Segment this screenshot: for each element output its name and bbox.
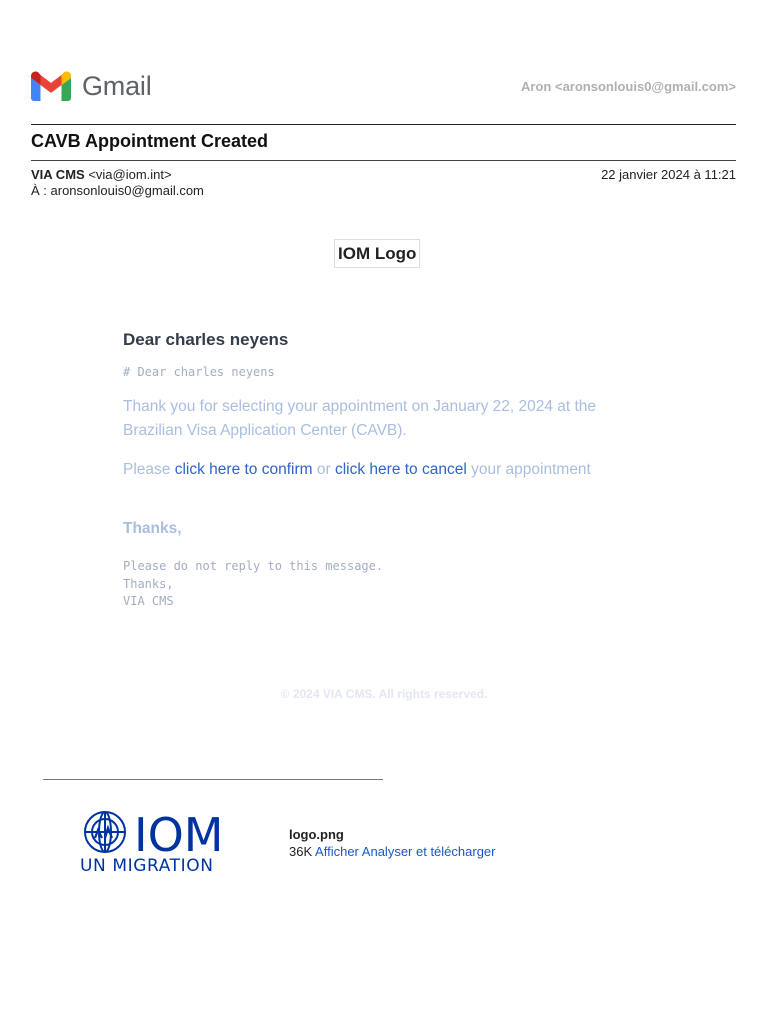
signature-block: Please do not reply to this message. Tha… (123, 558, 383, 611)
sender-address: <via@iom.int> (88, 167, 172, 182)
email-date: 22 janvier 2024 à 11:21 (601, 167, 736, 182)
gmail-logo-icon (31, 71, 71, 101)
markdown-heading: # Dear charles neyens (123, 365, 275, 379)
view-attachment-link[interactable]: Afficher (315, 844, 359, 859)
confirm-link[interactable]: click here to confirm (175, 461, 313, 478)
un-emblem-icon (84, 811, 126, 853)
iom-logo-alt-text: IOM Logo (334, 239, 421, 268)
recipient-line: À : aronsonlouis0@gmail.com (31, 183, 204, 198)
your-appointment-text: your appointment (471, 461, 591, 478)
email-print-page: Gmail Aron <aronsonlouis0@gmail.com> CAV… (0, 0, 768, 1024)
signature-line: Thanks, (123, 576, 174, 591)
attachment-actions: 36K Afficher Analyser et télécharger (289, 843, 495, 860)
or-text: or (316, 461, 331, 478)
sender-name: VIA CMS (31, 167, 85, 182)
attachment-info: logo.png 36K Afficher Analyser et téléch… (289, 826, 495, 860)
copyright-footer: © 2024 VIA CMS. All rights reserved. (280, 687, 488, 701)
gmail-brand[interactable]: Gmail (31, 71, 152, 102)
gmail-wordmark: Gmail (82, 70, 152, 101)
iom-logo-tagline: UN MIGRATION (80, 856, 214, 874)
attachment-filename: logo.png (289, 827, 344, 842)
header-divider (31, 124, 736, 125)
account-label: Aron <aronsonlouis0@gmail.com> (521, 78, 736, 94)
subject-divider (31, 160, 736, 161)
appointment-paragraph: Thank you for selecting your appointment… (123, 398, 597, 439)
greeting-heading: Dear charles neyens (123, 330, 289, 349)
attachment-divider (43, 779, 383, 780)
action-paragraph: Please click here to confirm or click he… (123, 458, 643, 482)
sender-row: VIA CMS <via@iom.int> 22 janvier 2024 à … (31, 167, 736, 182)
cancel-link[interactable]: click here to cancel (335, 461, 467, 478)
iom-logo-wordmark: IOM (134, 808, 223, 862)
attachment-size: 36K (289, 844, 313, 859)
please-text: Please (123, 461, 171, 478)
thanks-text: Thanks, (123, 520, 182, 537)
sender: VIA CMS <via@iom.int> (31, 167, 172, 182)
analyze-download-link[interactable]: Analyser et télécharger (362, 844, 496, 859)
gmail-header: Gmail Aron <aronsonlouis0@gmail.com> (31, 66, 736, 106)
signature-line: VIA CMS (123, 594, 174, 608)
email-subject: CAVB Appointment Created (31, 131, 269, 151)
signature-line: Please do not reply to this message. (123, 559, 384, 573)
iom-logo-image[interactable]: IOM UN MIGRATION (78, 808, 254, 874)
